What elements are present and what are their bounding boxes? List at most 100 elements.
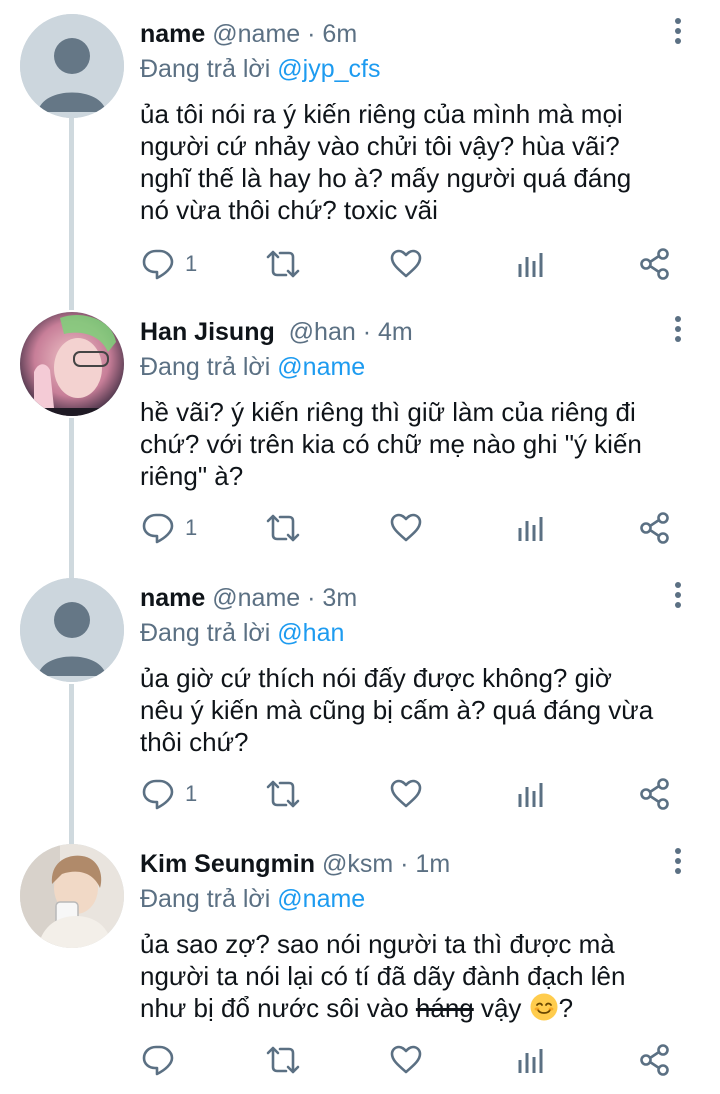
display-name[interactable]: name	[140, 20, 205, 48]
retweet-button[interactable]	[264, 1040, 302, 1080]
default-avatar-icon	[20, 578, 124, 682]
tweet-actions: 1	[0, 508, 720, 548]
retweet-button[interactable]	[264, 508, 302, 548]
reply-button[interactable]: 1	[141, 244, 197, 284]
retweet-icon	[266, 514, 300, 542]
separator-dot: ·	[362, 318, 372, 346]
user-handle[interactable]: @ksm	[322, 850, 393, 878]
like-button[interactable]	[389, 1040, 423, 1080]
tweet-text: ủa giờ cứ thích nói đấy được không? giờ …	[140, 663, 654, 757]
tweet-text: ủa sao zợ? sao nói người ta thì được mà …	[140, 928, 660, 1024]
tweet[interactable]: Han Jisung @han · 4m Đang trả lời @name …	[0, 300, 720, 568]
tweet-header: name @name · 6m	[140, 16, 660, 52]
vertical-dots-icon	[675, 848, 681, 854]
like-button[interactable]	[389, 508, 423, 548]
more-options-button[interactable]	[666, 18, 690, 48]
separator-dot: ·	[307, 584, 316, 612]
share-button[interactable]	[639, 774, 671, 814]
replying-to-label: Đang trả lời	[140, 619, 271, 647]
vertical-dots-icon	[675, 18, 681, 24]
tweet-header: Kim Seungmin @ksm · 1m	[140, 846, 660, 882]
reply-count: 1	[185, 515, 198, 540]
tweet-actions	[0, 1040, 720, 1080]
retweet-button[interactable]	[264, 774, 302, 814]
reply-mention-link[interactable]: @jyp_cfs	[277, 55, 380, 83]
replying-to-label: Đang trả lời	[140, 353, 271, 381]
tweet-text: hề vãi? ý kiến riêng thì giữ làm của riê…	[140, 397, 642, 491]
tweet-text: ủa tôi nói ra ý kiến riêng của mình mà m…	[140, 99, 632, 225]
stats-button[interactable]	[515, 1040, 547, 1080]
avatar[interactable]	[20, 844, 124, 948]
timestamp[interactable]: 1m	[415, 850, 450, 878]
tweet-header: name @name · 3m	[140, 580, 660, 616]
replying-to: Đang trả lời @name	[140, 882, 660, 916]
reply-button[interactable]: 1	[141, 508, 197, 548]
bar-chart-icon	[518, 1049, 543, 1073]
retweet-button[interactable]	[264, 244, 302, 284]
tweet-content: Kim Seungmin @ksm · 1m Đang trả lời @nam…	[140, 846, 660, 1024]
avatar[interactable]	[20, 14, 124, 118]
share-icon	[640, 778, 669, 810]
timestamp[interactable]: 4m	[378, 318, 413, 346]
share-button[interactable]	[639, 1040, 671, 1080]
tweet-content: Han Jisung @han · 4m Đang trả lời @name …	[140, 314, 660, 492]
vertical-dots-icon	[675, 582, 681, 588]
stats-button[interactable]	[515, 244, 547, 284]
display-name[interactable]: Han Jisung	[140, 318, 275, 346]
share-button[interactable]	[639, 508, 671, 548]
avatar[interactable]	[20, 312, 124, 416]
heart-icon	[390, 1045, 422, 1074]
user-handle[interactable]: @name	[212, 584, 300, 612]
more-options-button[interactable]	[666, 316, 690, 346]
reply-mention-link[interactable]: @name	[277, 353, 365, 381]
separator-dot: ·	[307, 20, 316, 48]
heart-icon	[390, 249, 422, 278]
share-button[interactable]	[639, 244, 671, 284]
timestamp[interactable]: 3m	[322, 584, 357, 612]
speech-bubble-icon	[142, 249, 174, 280]
retweet-icon	[266, 780, 300, 808]
tweet-actions: 1	[0, 774, 720, 814]
timestamp[interactable]: 6m	[322, 20, 357, 48]
separator-dot: ·	[400, 850, 409, 878]
tweet[interactable]: name @name · 3m Đang trả lời @han ủa giờ…	[0, 566, 720, 832]
tweet-content: name @name · 3m Đang trả lời @han ủa giờ…	[140, 580, 660, 758]
replying-to-label: Đang trả lời	[140, 55, 271, 83]
struck-word: háng	[415, 993, 474, 1023]
tweet[interactable]: Kim Seungmin @ksm · 1m Đang trả lời @nam…	[0, 832, 720, 1094]
reply-button[interactable]	[141, 1040, 185, 1080]
retweet-icon	[266, 250, 300, 278]
tweet-header: Han Jisung @han · 4m	[140, 314, 660, 350]
tweet[interactable]: name @name · 6m Đang trả lời @jyp_cfs ủa…	[0, 2, 720, 298]
heart-icon	[390, 779, 422, 808]
tweet-text-part: vậy	[473, 993, 522, 1023]
user-handle[interactable]: @han	[289, 318, 356, 346]
user-handle[interactable]: @name	[212, 20, 300, 48]
stats-button[interactable]	[515, 508, 547, 548]
retweet-icon	[266, 1046, 300, 1074]
reply-mention-link[interactable]: @han	[277, 619, 344, 647]
tweet-actions: 1	[0, 244, 720, 284]
more-options-button[interactable]	[666, 582, 690, 612]
replying-to: Đang trả lời @name	[140, 350, 660, 384]
reply-count: 1	[185, 781, 198, 806]
more-options-button[interactable]	[666, 848, 690, 878]
tweet-text-part: ?	[558, 993, 574, 1023]
share-icon	[640, 248, 669, 280]
tweet-content: name @name · 6m Đang trả lời @jyp_cfs ủa…	[140, 16, 660, 226]
reply-button[interactable]: 1	[141, 774, 197, 814]
like-button[interactable]	[389, 244, 423, 284]
replying-to-label: Đang trả lời	[140, 885, 271, 913]
reply-count: 1	[185, 251, 198, 276]
bar-chart-icon	[518, 253, 543, 277]
like-button[interactable]	[389, 774, 423, 814]
stats-button[interactable]	[515, 774, 547, 814]
display-name[interactable]: Kim Seungmin	[140, 850, 315, 878]
bar-chart-icon	[518, 517, 543, 541]
replying-to: Đang trả lời @han	[140, 616, 660, 650]
replying-to: Đang trả lời @jyp_cfs	[140, 52, 660, 86]
speech-bubble-icon	[142, 779, 174, 810]
reply-mention-link[interactable]: @name	[277, 885, 365, 913]
avatar[interactable]	[20, 578, 124, 682]
display-name[interactable]: name	[140, 584, 205, 612]
